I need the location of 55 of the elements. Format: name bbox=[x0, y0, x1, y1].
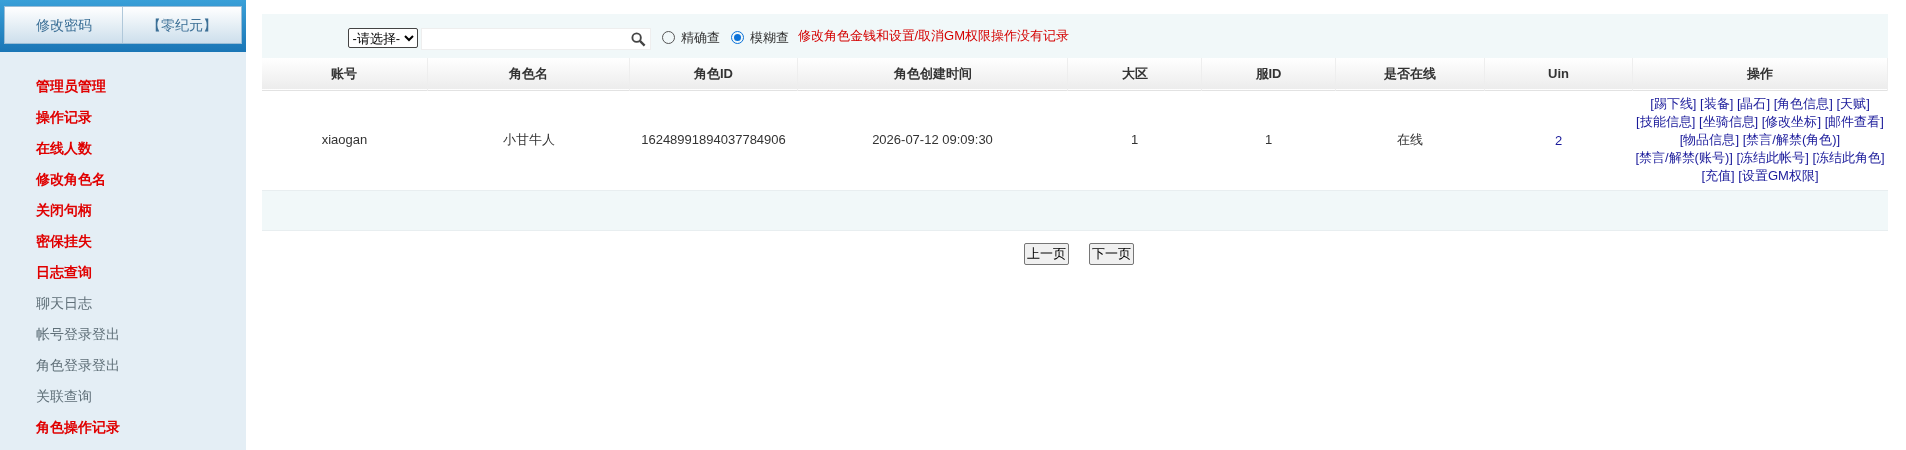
sidebar-item[interactable]: 帐号登录登出 bbox=[36, 324, 246, 344]
sidebar-item[interactable]: 操作记录 bbox=[36, 107, 246, 127]
column-header: 角色名 bbox=[427, 58, 630, 90]
action-link[interactable]: [技能信息] bbox=[1636, 114, 1696, 129]
column-header: Uin bbox=[1484, 58, 1633, 90]
page-button[interactable]: 下一页 bbox=[1088, 242, 1134, 265]
column-header: 角色ID bbox=[629, 58, 798, 90]
table-cell: 小甘牛人 bbox=[427, 90, 630, 190]
action-link[interactable]: [物品信息] bbox=[1679, 132, 1740, 147]
radio-label: 模糊查 bbox=[749, 29, 789, 47]
action-link[interactable]: [禁言/解禁(账号)] bbox=[1635, 150, 1733, 165]
sidebar-item[interactable]: 角色登录登出 bbox=[36, 355, 246, 375]
table-cell: xiaogan bbox=[261, 90, 428, 190]
action-link[interactable]: [坐骑信息] bbox=[1698, 114, 1759, 129]
action-link[interactable]: [装备] bbox=[1700, 96, 1734, 111]
sidebar-item[interactable]: 角色操作记录 bbox=[36, 417, 246, 437]
uin-link[interactable]: 2 bbox=[1554, 133, 1563, 148]
header-button[interactable]: 【零纪元】 bbox=[123, 7, 241, 43]
header-button[interactable]: 修改密码 bbox=[5, 7, 124, 43]
action-link[interactable]: [角色信息] bbox=[1773, 96, 1833, 111]
action-link[interactable]: [冻结此帐号] bbox=[1736, 150, 1809, 165]
radio-label: 精确查 bbox=[680, 29, 720, 47]
column-header: 是否在线 bbox=[1335, 58, 1485, 90]
search-field[interactable] bbox=[420, 28, 651, 50]
sidebar-item[interactable]: 关闭句柄 bbox=[36, 200, 246, 220]
action-link[interactable]: [晶石] bbox=[1736, 96, 1771, 111]
sidebar-item[interactable]: 关联查询 bbox=[36, 386, 246, 406]
action-link[interactable]: [修改坐标] bbox=[1761, 114, 1822, 129]
action-link[interactable]: [充值] bbox=[1701, 168, 1735, 183]
column-header: 操作 bbox=[1632, 58, 1888, 90]
sidebar-item[interactable]: 聊天日志 bbox=[36, 293, 246, 313]
action-link[interactable]: [冻结此角色] bbox=[1812, 150, 1885, 165]
column-header: 账号 bbox=[261, 58, 428, 90]
sidebar-item[interactable]: 修改角色名 bbox=[36, 169, 246, 189]
search-icon[interactable] bbox=[630, 31, 646, 47]
action-link[interactable]: [踢下线] bbox=[1650, 96, 1697, 111]
sidebar-item[interactable]: 管理员管理 bbox=[36, 76, 246, 96]
column-header: 大区 bbox=[1067, 58, 1202, 90]
page-button[interactable]: 上一页 bbox=[1023, 242, 1069, 265]
category-select[interactable]: -请选择- bbox=[347, 28, 418, 48]
action-link[interactable]: [天赋] bbox=[1836, 96, 1870, 111]
table-cell: 1 bbox=[1201, 90, 1336, 190]
table-cell: 2026-07-12 09:09:30 bbox=[797, 90, 1068, 190]
sidebar-item[interactable]: 密保挂失 bbox=[36, 231, 246, 251]
action-link[interactable]: [邮件查看] bbox=[1824, 114, 1884, 129]
table-cell: 1 bbox=[1067, 90, 1202, 190]
sidebar-item[interactable]: 在线人数 bbox=[36, 138, 246, 158]
sidebar-item[interactable]: 日志查询 bbox=[36, 262, 246, 282]
action-link[interactable]: [设置GM权限] bbox=[1738, 168, 1819, 183]
column-header: 服ID bbox=[1201, 58, 1336, 90]
notice-text: 修改角色金钱和设置/取消GM权限操作没有记录 bbox=[797, 27, 1070, 45]
table-cell: 16248991894037784906 bbox=[629, 90, 798, 190]
table-cell: 在线 bbox=[1335, 90, 1485, 190]
column-header: 角色创建时间 bbox=[797, 58, 1068, 90]
action-link[interactable]: [禁言/解禁(角色)] bbox=[1742, 132, 1841, 147]
